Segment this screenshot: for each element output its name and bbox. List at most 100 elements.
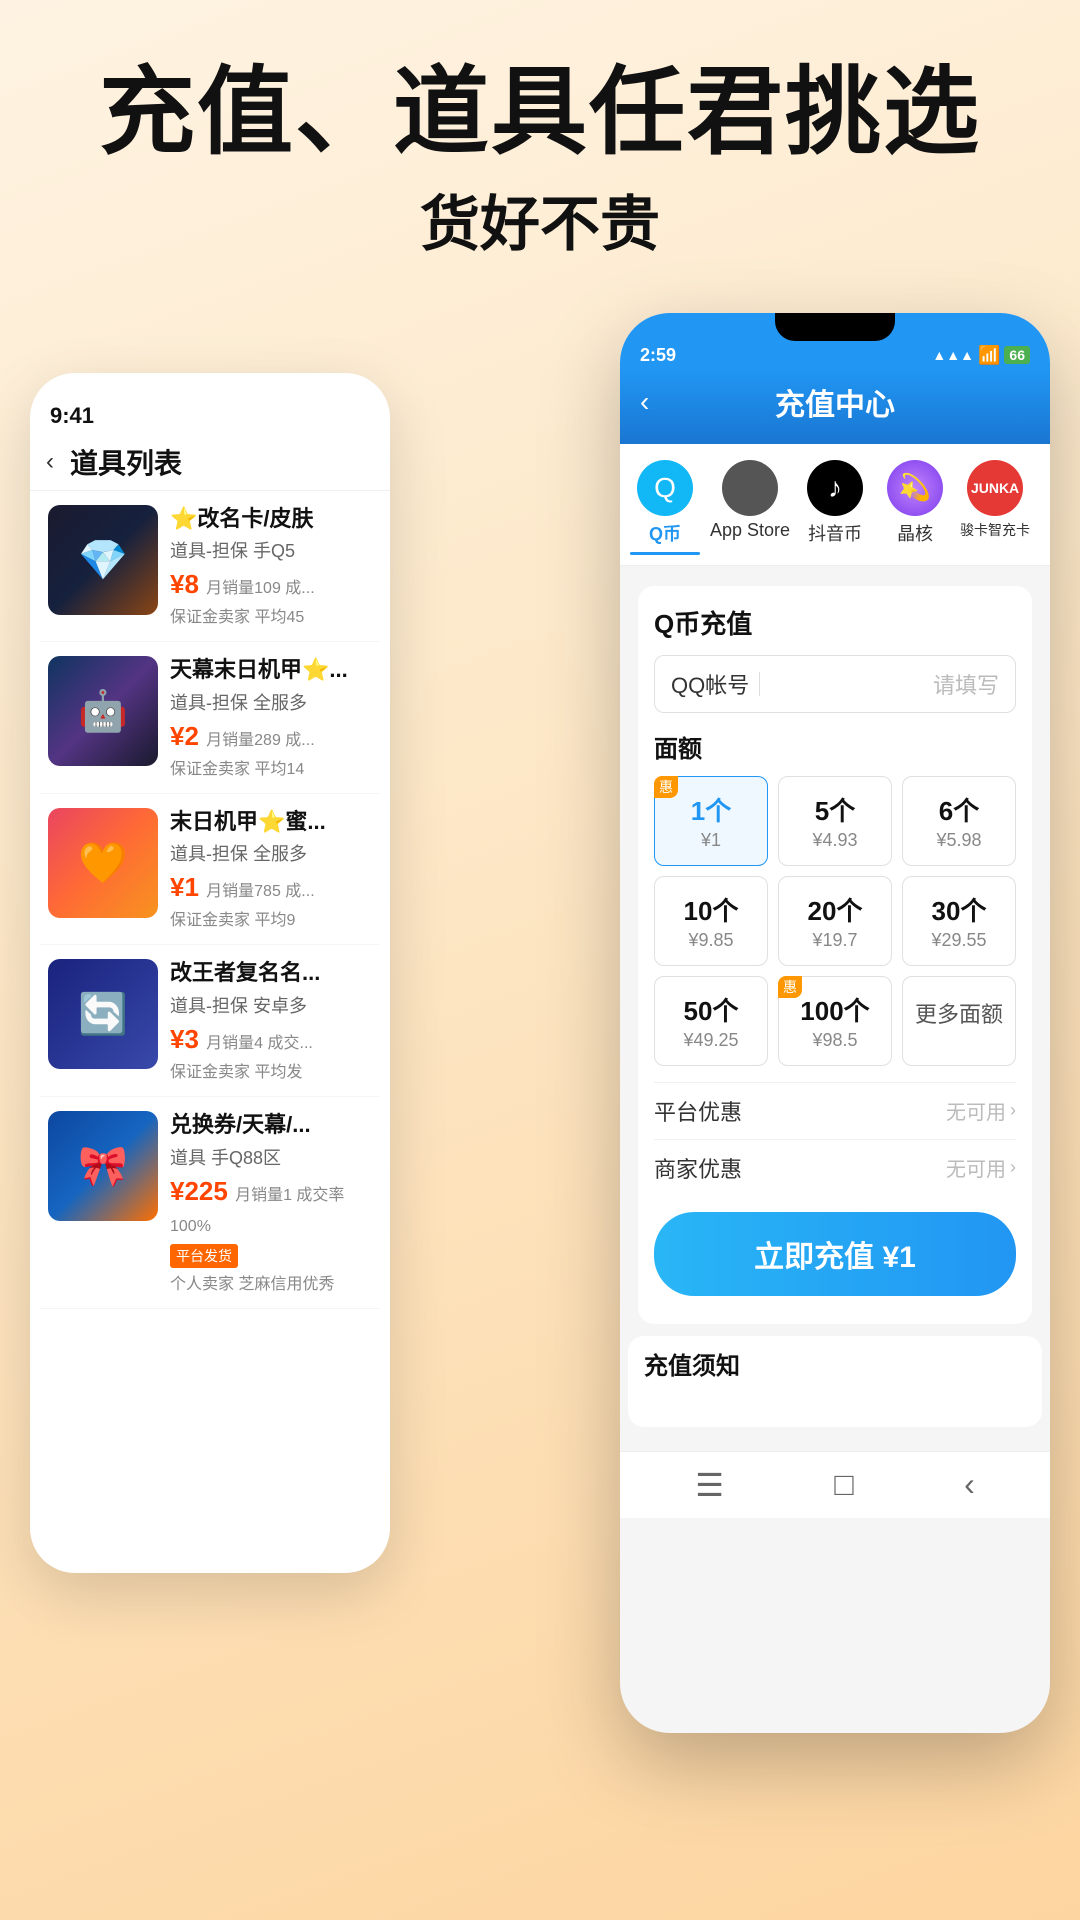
amount-cell-20[interactable]: 20个 ¥19.7 (778, 876, 892, 966)
amount-cell-10[interactable]: 10个 ¥9.85 (654, 876, 768, 966)
front-back-arrow-icon[interactable]: ‹ (640, 386, 649, 418)
tab-bar: Q Q币 App Store ♪ 抖音币 💫 晶核 JUNKA 骏卡智充卡 (620, 444, 1050, 566)
tab-appstore[interactable]: App Store (710, 460, 790, 555)
tab-appstore-label: App Store (710, 520, 790, 541)
amount-main: 5个 (789, 791, 881, 828)
item-info: ⭐改名卡/皮肤 道具-担保 手Q5 ¥8 月销量109 成... 保证金卖家 平… (170, 505, 372, 628)
amount-main: 30个 (913, 891, 1005, 928)
amount-main: 20个 (789, 891, 881, 928)
amount-main: 1个 (665, 791, 757, 828)
nav-back-icon[interactable]: ‹ (964, 1466, 975, 1503)
back-arrow-icon[interactable]: ‹ (46, 448, 54, 476)
list-item[interactable]: 🔄 改王者复名名... 道具-担保 安卓多 ¥3 月销量4 成交... 保证金卖… (40, 945, 380, 1097)
item-price: ¥8 月销量109 成... (170, 569, 372, 600)
input-divider (759, 672, 760, 696)
signal-icon: ▲▲▲ (932, 347, 974, 363)
back-phone: 9:41 ‹ 道具列表 💎 ⭐改名卡/皮肤 道具-担保 手Q5 ¥8 月销量10… (30, 373, 390, 1573)
item-image: 🧡 (48, 808, 158, 918)
item-tag: 道具-担保 全服多 (170, 840, 372, 866)
tab-active-indicator (630, 552, 700, 555)
amount-cell-1[interactable]: 惠 1个 ¥1 (654, 776, 768, 866)
nav-home-icon[interactable]: □ (834, 1466, 853, 1503)
amount-main: 10个 (665, 891, 757, 928)
list-item[interactable]: 🤖 天幕末日机甲⭐... 道具-担保 全服多 ¥2 月销量289 成... 保证… (40, 642, 380, 794)
promo-arrow-icon2: › (1010, 1157, 1016, 1178)
item-tag: 道具-担保 手Q5 (170, 537, 372, 563)
tab-tiktok-label: 抖音币 (808, 520, 862, 546)
amount-sub: ¥29.55 (913, 930, 1005, 951)
tab-junka[interactable]: JUNKA 骏卡智充卡 (960, 460, 1030, 555)
merchant-promo-value: 无可用 › (946, 1153, 1016, 1182)
item-tag: 道具-担保 安卓多 (170, 992, 372, 1018)
item-emoji: 🤖 (78, 688, 128, 735)
tab-crystal[interactable]: 💫 晶核 (880, 460, 950, 555)
tab-qq[interactable]: Q Q币 (630, 460, 700, 555)
amount-cell-more[interactable]: 更多面额 (902, 976, 1016, 1066)
item-image: 🔄 (48, 959, 158, 1069)
amount-sub: ¥5.98 (913, 830, 1005, 851)
merchant-promo-row[interactable]: 商家优惠 无可用 › (654, 1139, 1016, 1196)
tab-tiktok[interactable]: ♪ 抖音币 (800, 460, 870, 555)
amount-cell-50[interactable]: 50个 ¥49.25 (654, 976, 768, 1066)
item-image: 🤖 (48, 656, 158, 766)
discount-badge: 惠 (654, 776, 678, 798)
tab-qq-label: Q币 (649, 520, 681, 546)
amount-main: 6个 (913, 791, 1005, 828)
nav-menu-icon[interactable]: ☰ (695, 1466, 724, 1504)
platform-badge: 平台发货 (170, 1244, 238, 1268)
platform-promo-row[interactable]: 平台优惠 无可用 › (654, 1082, 1016, 1139)
amount-cell-5[interactable]: 5个 ¥4.93 (778, 776, 892, 866)
item-image: 🎀 (48, 1111, 158, 1221)
front-app-header: ‹ 充值中心 (620, 370, 1050, 444)
qq-account-input-row[interactable]: QQ帐号 请填写 (654, 655, 1016, 713)
platform-promo-label: 平台优惠 (654, 1095, 742, 1127)
item-emoji: 🎀 (78, 1142, 128, 1189)
item-price: ¥3 月销量4 成交... (170, 1024, 372, 1055)
promo-arrow-icon: › (1010, 1100, 1016, 1121)
item-price: ¥225 月销量1 成交率100% (170, 1176, 372, 1238)
back-phone-time: 9:41 (30, 393, 390, 434)
item-tag: 道具 手Q88区 (170, 1144, 372, 1170)
recharge-panel: Q币充值 QQ帐号 请填写 面额 惠 1个 ¥1 5个 (638, 586, 1032, 1324)
item-emoji: 💎 (78, 536, 128, 583)
platform-promo-value: 无可用 › (946, 1096, 1016, 1125)
item-guarantee: 保证金卖家 平均14 (170, 755, 372, 779)
item-name: 末日机甲⭐蜜... (170, 808, 372, 837)
amount-grid: 惠 1个 ¥1 5个 ¥4.93 6个 ¥5.98 10个 ¥9.85 (654, 776, 1016, 1066)
list-item[interactable]: 🎀 兑换券/天幕/... 道具 手Q88区 ¥225 月销量1 成交率100% … (40, 1097, 380, 1309)
battery-badge: 66 (1004, 346, 1030, 364)
phone-notch (775, 313, 895, 341)
item-info: 改王者复名名... 道具-担保 安卓多 ¥3 月销量4 成交... 保证金卖家 … (170, 959, 372, 1082)
amount-sub: ¥49.25 (665, 1030, 757, 1051)
discount-badge-100: 惠 (778, 976, 802, 998)
item-emoji: 🔄 (78, 991, 128, 1038)
front-phone: 2:59 ▲▲▲ 📶 66 ‹ 充值中心 Q Q币 App Store (620, 313, 1050, 1733)
item-guarantee: 保证金卖家 平均发 (170, 1058, 372, 1082)
junka-icon: JUNKA (967, 460, 1023, 516)
amount-cell-100[interactable]: 惠 100个 ¥98.5 (778, 976, 892, 1066)
list-item[interactable]: 🧡 末日机甲⭐蜜... 道具-担保 全服多 ¥1 月销量785 成... 保证金… (40, 794, 380, 946)
item-info: 兑换券/天幕/... 道具 手Q88区 ¥225 月销量1 成交率100% 平台… (170, 1111, 372, 1294)
qq-account-label: QQ帐号 (671, 668, 749, 700)
amount-cell-30[interactable]: 30个 ¥29.55 (902, 876, 1016, 966)
qq-account-placeholder: 请填写 (770, 668, 999, 700)
item-image: 💎 (48, 505, 158, 615)
back-phone-header: ‹ 道具列表 (30, 434, 390, 491)
item-extra: 个人卖家 芝麻信用优秀 (170, 1270, 372, 1294)
front-status-time: 2:59 (640, 345, 676, 366)
platform-promo-text: 无可用 (946, 1096, 1006, 1125)
wifi-icon: 📶 (978, 345, 1000, 366)
item-tag: 道具-担保 全服多 (170, 689, 372, 715)
item-info: 天幕末日机甲⭐... 道具-担保 全服多 ¥2 月销量289 成... 保证金卖… (170, 656, 372, 779)
charge-button[interactable]: 立即充值 ¥1 (654, 1212, 1016, 1296)
amount-label: 面额 (654, 729, 1016, 764)
tab-crystal-label: 晶核 (897, 520, 933, 546)
amount-cell-6[interactable]: 6个 ¥5.98 (902, 776, 1016, 866)
item-emoji: 🧡 (78, 839, 128, 886)
list-item[interactable]: 💎 ⭐改名卡/皮肤 道具-担保 手Q5 ¥8 月销量109 成... 保证金卖家… (40, 491, 380, 643)
amount-sub: ¥98.5 (789, 1030, 881, 1051)
amount-sub: ¥9.85 (665, 930, 757, 951)
amount-sub: ¥1 (665, 830, 757, 851)
back-phone-title: 道具列表 (70, 442, 182, 482)
amount-sub: ¥4.93 (789, 830, 881, 851)
